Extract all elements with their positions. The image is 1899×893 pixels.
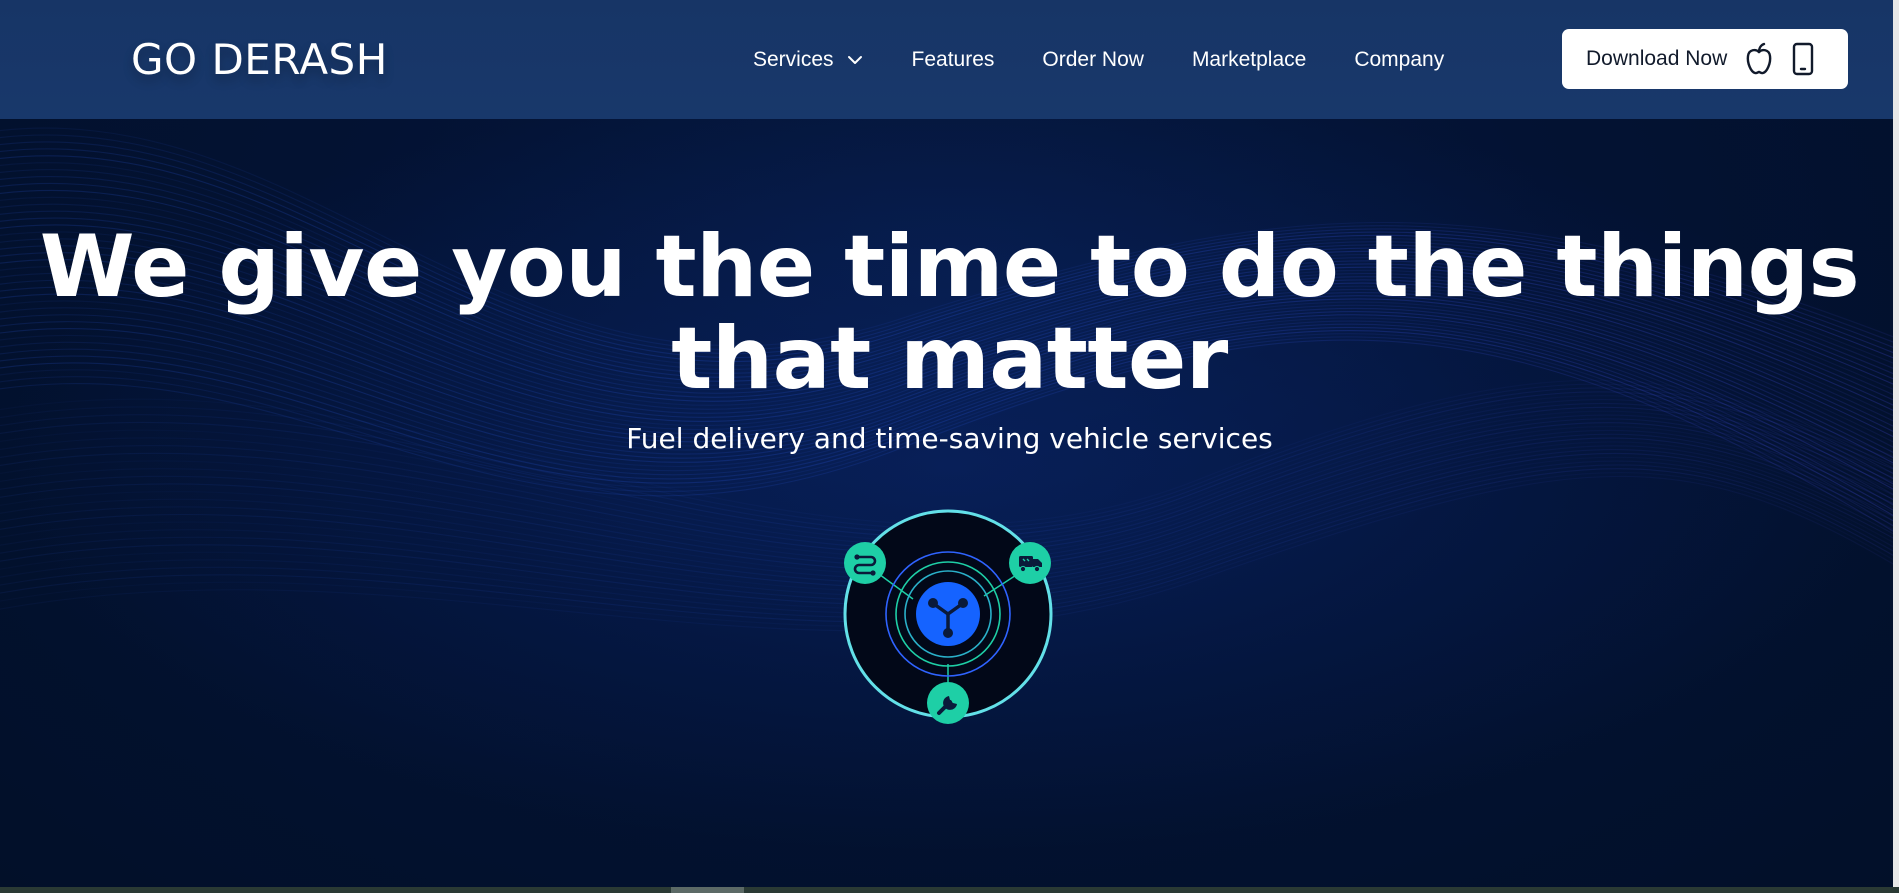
apple-icon [1746,42,1772,75]
hero-title-line-2: that matter [671,309,1228,409]
nav-item-order-now[interactable]: Order Now [1042,48,1144,72]
delivery-truck-icon [1009,542,1051,584]
site-header: GO DERASH Services Features Order Now Ma… [0,0,1899,119]
chevron-down-icon [847,56,862,64]
nav-item-services[interactable]: Services [753,48,864,72]
download-now-button[interactable]: Download Now [1562,29,1848,89]
route-icon [844,542,886,584]
logo[interactable]: GO DERASH [131,34,388,86]
main-nav: Services Features Order Now Marketplace … [753,46,1444,74]
download-icons [1741,41,1821,77]
smartphone-icon [1793,42,1814,76]
wrench-icon [927,682,969,724]
hero-section: We give you the time to do the things th… [0,119,1899,889]
page: GO DERASH Services Features Order Now Ma… [0,0,1899,893]
network-hub-icon [916,582,980,646]
download-now-label: Download Now [1586,47,1728,70]
hero-subtitle: Fuel delivery and time-saving vehicle se… [626,422,1273,455]
services-hub-graphic [838,504,1058,724]
horizontal-scrollbar-thumb[interactable] [671,887,744,893]
horizontal-scrollbar[interactable] [0,887,1899,893]
hero-title-line-1: We give you the time to do the things [39,217,1860,317]
nav-item-company[interactable]: Company [1354,48,1444,72]
vertical-scrollbar[interactable] [1893,0,1899,887]
hero-title: We give you the time to do the things th… [0,221,1899,405]
nav-item-features[interactable]: Features [912,48,995,72]
nav-item-services-label: Services [753,48,834,71]
nav-item-marketplace[interactable]: Marketplace [1192,48,1306,72]
